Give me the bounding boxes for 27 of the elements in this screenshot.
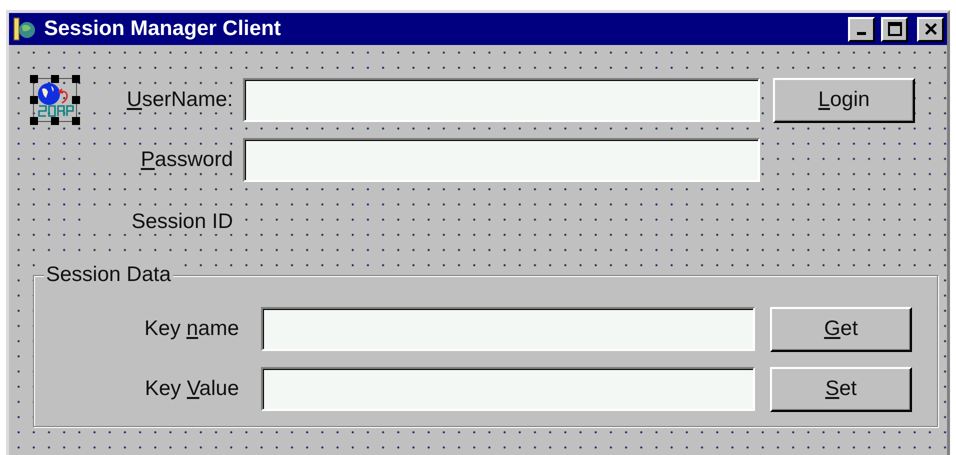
soap-component[interactable] xyxy=(30,75,80,125)
selection-handle[interactable] xyxy=(51,75,59,83)
selection-handle[interactable] xyxy=(51,117,59,125)
key-button[interactable]: Set xyxy=(770,366,912,412)
close-button[interactable] xyxy=(917,16,944,42)
username-field[interactable] xyxy=(243,78,760,122)
key-label: Key name xyxy=(143,317,239,341)
window-title: Session Manager Client xyxy=(44,17,282,41)
maximize-icon xyxy=(888,22,902,36)
key-label: Key Value xyxy=(144,377,239,401)
login-button[interactable]: Login xyxy=(773,78,915,122)
soap-icon xyxy=(36,81,74,119)
minimize-button[interactable] xyxy=(848,16,875,42)
key-field[interactable] xyxy=(261,307,755,351)
minimize-icon xyxy=(857,32,866,35)
key-button[interactable]: Get xyxy=(770,306,912,352)
selection-handle[interactable] xyxy=(30,117,38,125)
selection-handle[interactable] xyxy=(72,96,80,104)
selection-handle[interactable] xyxy=(30,96,38,104)
key-field[interactable] xyxy=(261,367,755,411)
password-field[interactable] xyxy=(243,138,760,182)
close-icon xyxy=(924,22,938,36)
selection-handle[interactable] xyxy=(72,117,80,125)
selection-handle[interactable] xyxy=(72,75,80,83)
app-icon xyxy=(12,16,38,42)
maximize-button[interactable] xyxy=(881,16,908,42)
selection-handle[interactable] xyxy=(30,75,38,83)
